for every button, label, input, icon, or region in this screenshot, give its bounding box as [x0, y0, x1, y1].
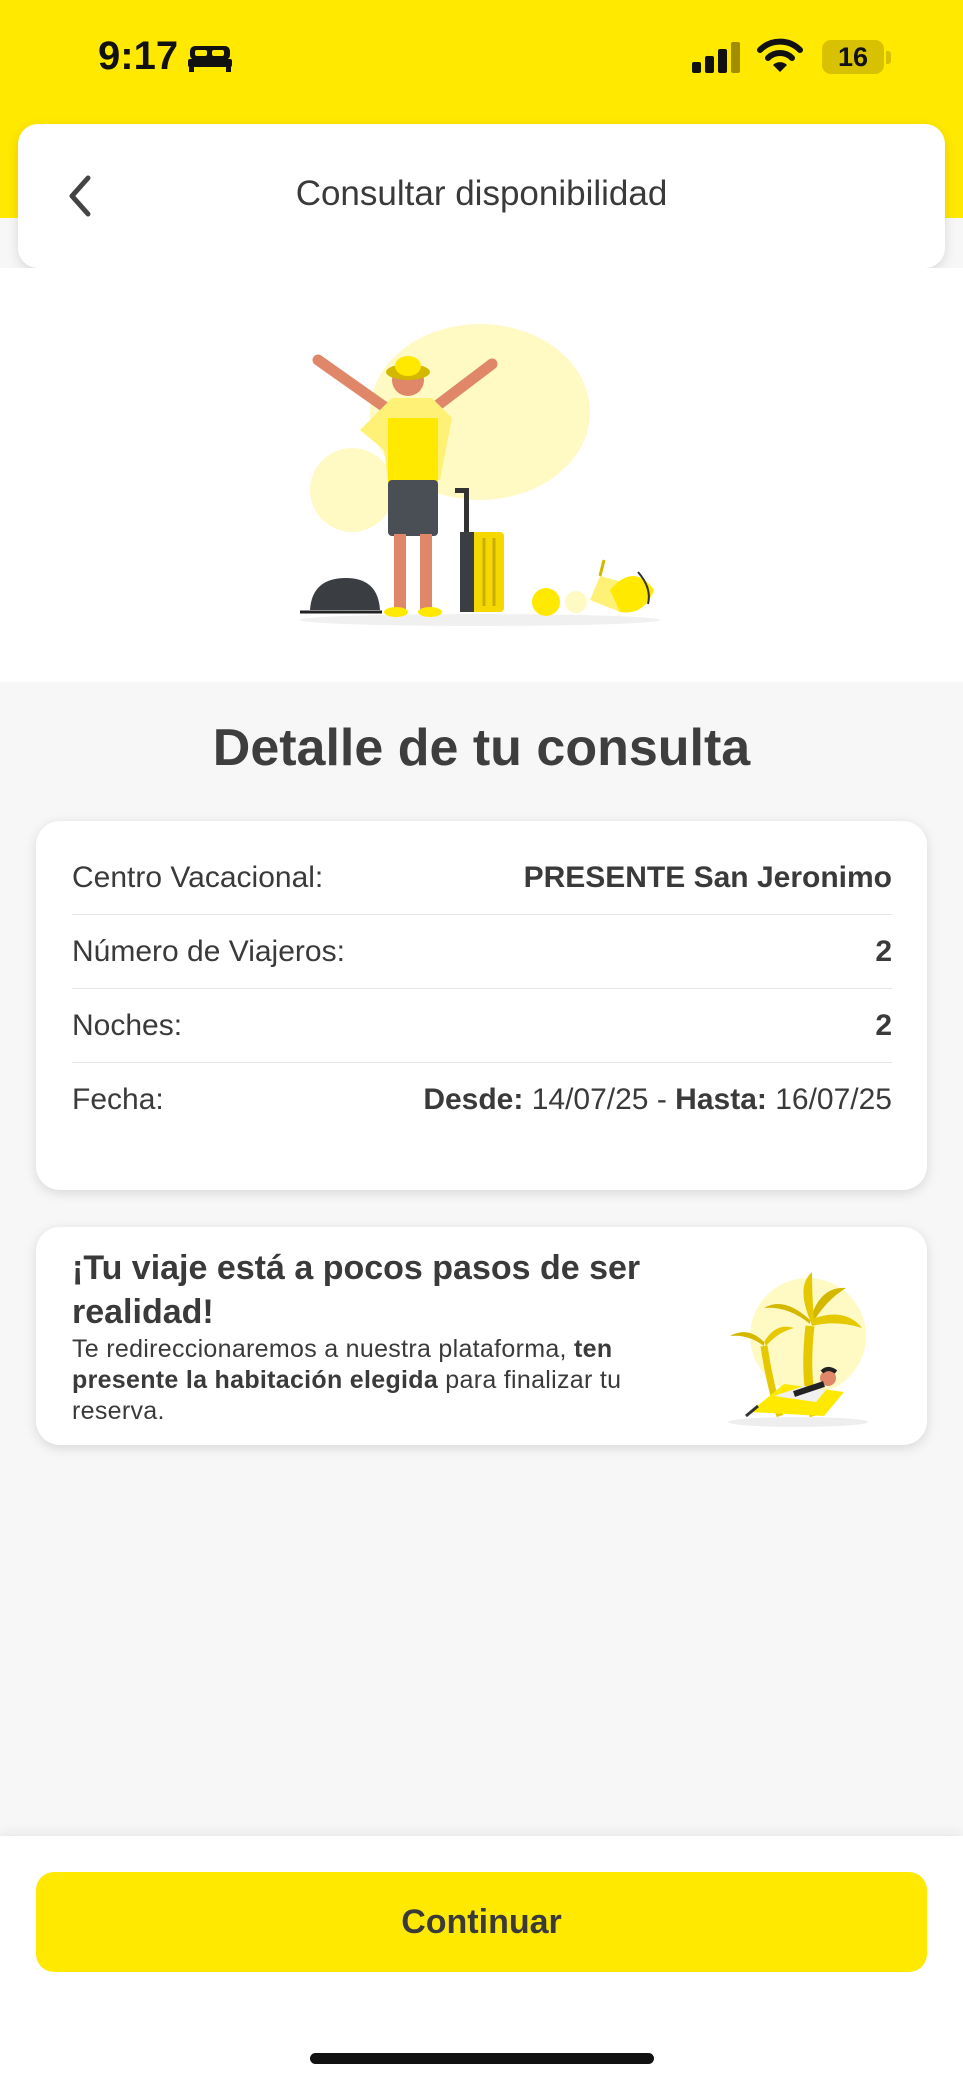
wifi-icon	[757, 38, 803, 72]
page-title: Consultar disponibilidad	[295, 174, 668, 213]
row-label: Fecha:	[72, 1083, 164, 1116]
promo-body: Te redireccionaremos a nuestra plataform…	[72, 1334, 692, 1427]
promo-title: ¡Tu viaje está a pocos pasos de ser real…	[72, 1249, 641, 1331]
battery-icon: 16	[822, 40, 884, 74]
row-value: PRESENTE San Jeronimo	[523, 860, 892, 894]
from-value: 14/07/25	[531, 1083, 649, 1116]
palm-tree-beach-illustration	[728, 1272, 868, 1427]
row-label: Noches:	[72, 1008, 183, 1042]
app-screen: 9:17 16 Consultar disponibilidad Detalle…	[0, 0, 963, 2084]
row-value: 2	[875, 1008, 892, 1042]
detail-row-fecha: Fecha: Desde: 14/07/25 - Hasta: 16/07/25	[72, 1063, 892, 1137]
row-label: Número de Viajeros:	[72, 934, 345, 968]
signal-icon	[692, 42, 740, 73]
promo-body-text: Te redireccionaremos a nuestra plataform…	[72, 1335, 575, 1363]
status-time: 9:17	[98, 34, 179, 78]
row-value: 2	[875, 934, 892, 968]
detail-row-noches: Noches: 2	[72, 989, 892, 1063]
detail-row-centro: Centro Vacacional: PRESENTE San Jeronimo	[72, 841, 892, 915]
date-range: Desde: 14/07/25 - Hasta: 16/07/25	[423, 1083, 892, 1117]
from-label: Desde:	[423, 1083, 524, 1116]
bottom-safe-area	[0, 2006, 963, 2084]
continue-button[interactable]: Continuar	[36, 1872, 927, 1972]
home-indicator[interactable]	[310, 2053, 654, 2064]
battery-tip	[886, 51, 891, 64]
detail-row-viajeros: Número de Viajeros: 2	[72, 915, 892, 989]
to-value: 16/07/25	[775, 1083, 892, 1116]
sleep-bed-icon	[188, 46, 232, 72]
detail-title: Detalle de tu consulta	[212, 719, 751, 777]
to-label: Hasta:	[675, 1083, 767, 1116]
row-label: Centro Vacacional:	[72, 860, 324, 894]
date-separator: -	[656, 1083, 667, 1116]
traveler-with-luggage-illustration	[300, 324, 660, 626]
